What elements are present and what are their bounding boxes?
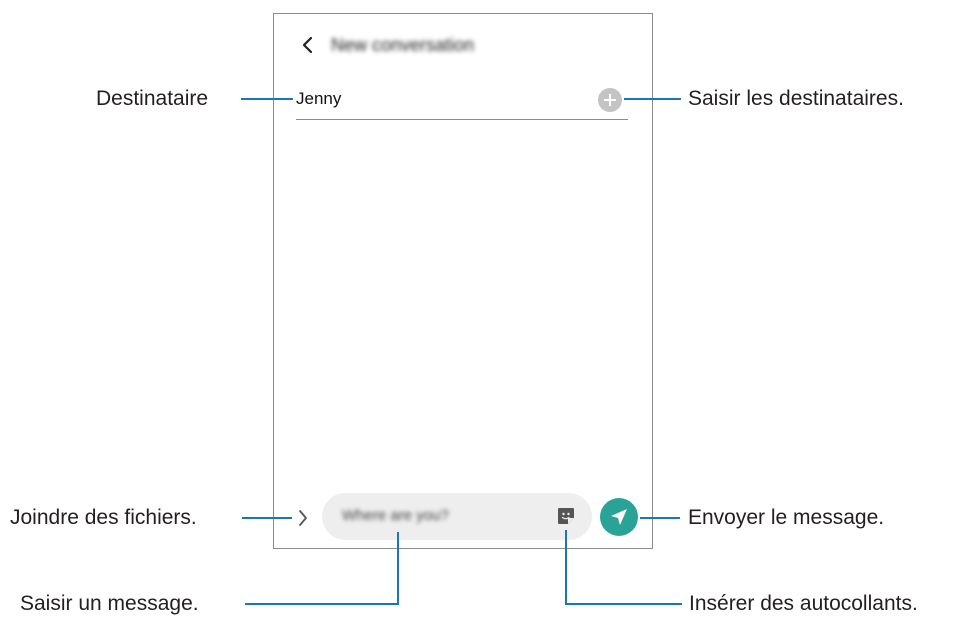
back-arrow-icon[interactable] xyxy=(300,34,316,56)
callout-line-attach xyxy=(242,517,292,519)
callout-line-message-vertical xyxy=(397,532,399,605)
add-recipient-icon[interactable] xyxy=(598,88,622,112)
sticker-icon[interactable] xyxy=(556,506,576,526)
callout-insert-stickers: Insérer des autocollants. xyxy=(689,592,918,615)
callout-line-send xyxy=(640,517,680,519)
callout-line-enter-recipients xyxy=(624,98,681,100)
callout-enter-recipients: Saisir les destinataires. xyxy=(688,87,904,110)
recipient-field[interactable]: Jenny xyxy=(296,88,341,110)
callout-attach-files: Joindre des fichiers. xyxy=(10,506,197,529)
callout-send-message: Envoyer le message. xyxy=(688,506,885,529)
page-title: New conversation xyxy=(331,35,475,55)
callout-enter-message: Saisir un message. xyxy=(20,592,199,615)
callout-line-recipient xyxy=(241,98,293,100)
callout-line-sticker-horizontal xyxy=(565,603,682,605)
callout-recipient: Destinataire xyxy=(96,87,209,110)
send-icon xyxy=(611,509,627,525)
send-button[interactable] xyxy=(600,498,638,536)
message-placeholder: Where are you? xyxy=(342,507,449,524)
attach-chevron-icon[interactable] xyxy=(297,508,309,528)
recipient-underline xyxy=(296,119,628,120)
callout-line-sticker-vertical xyxy=(565,530,567,605)
callout-line-message-horizontal xyxy=(245,603,399,605)
